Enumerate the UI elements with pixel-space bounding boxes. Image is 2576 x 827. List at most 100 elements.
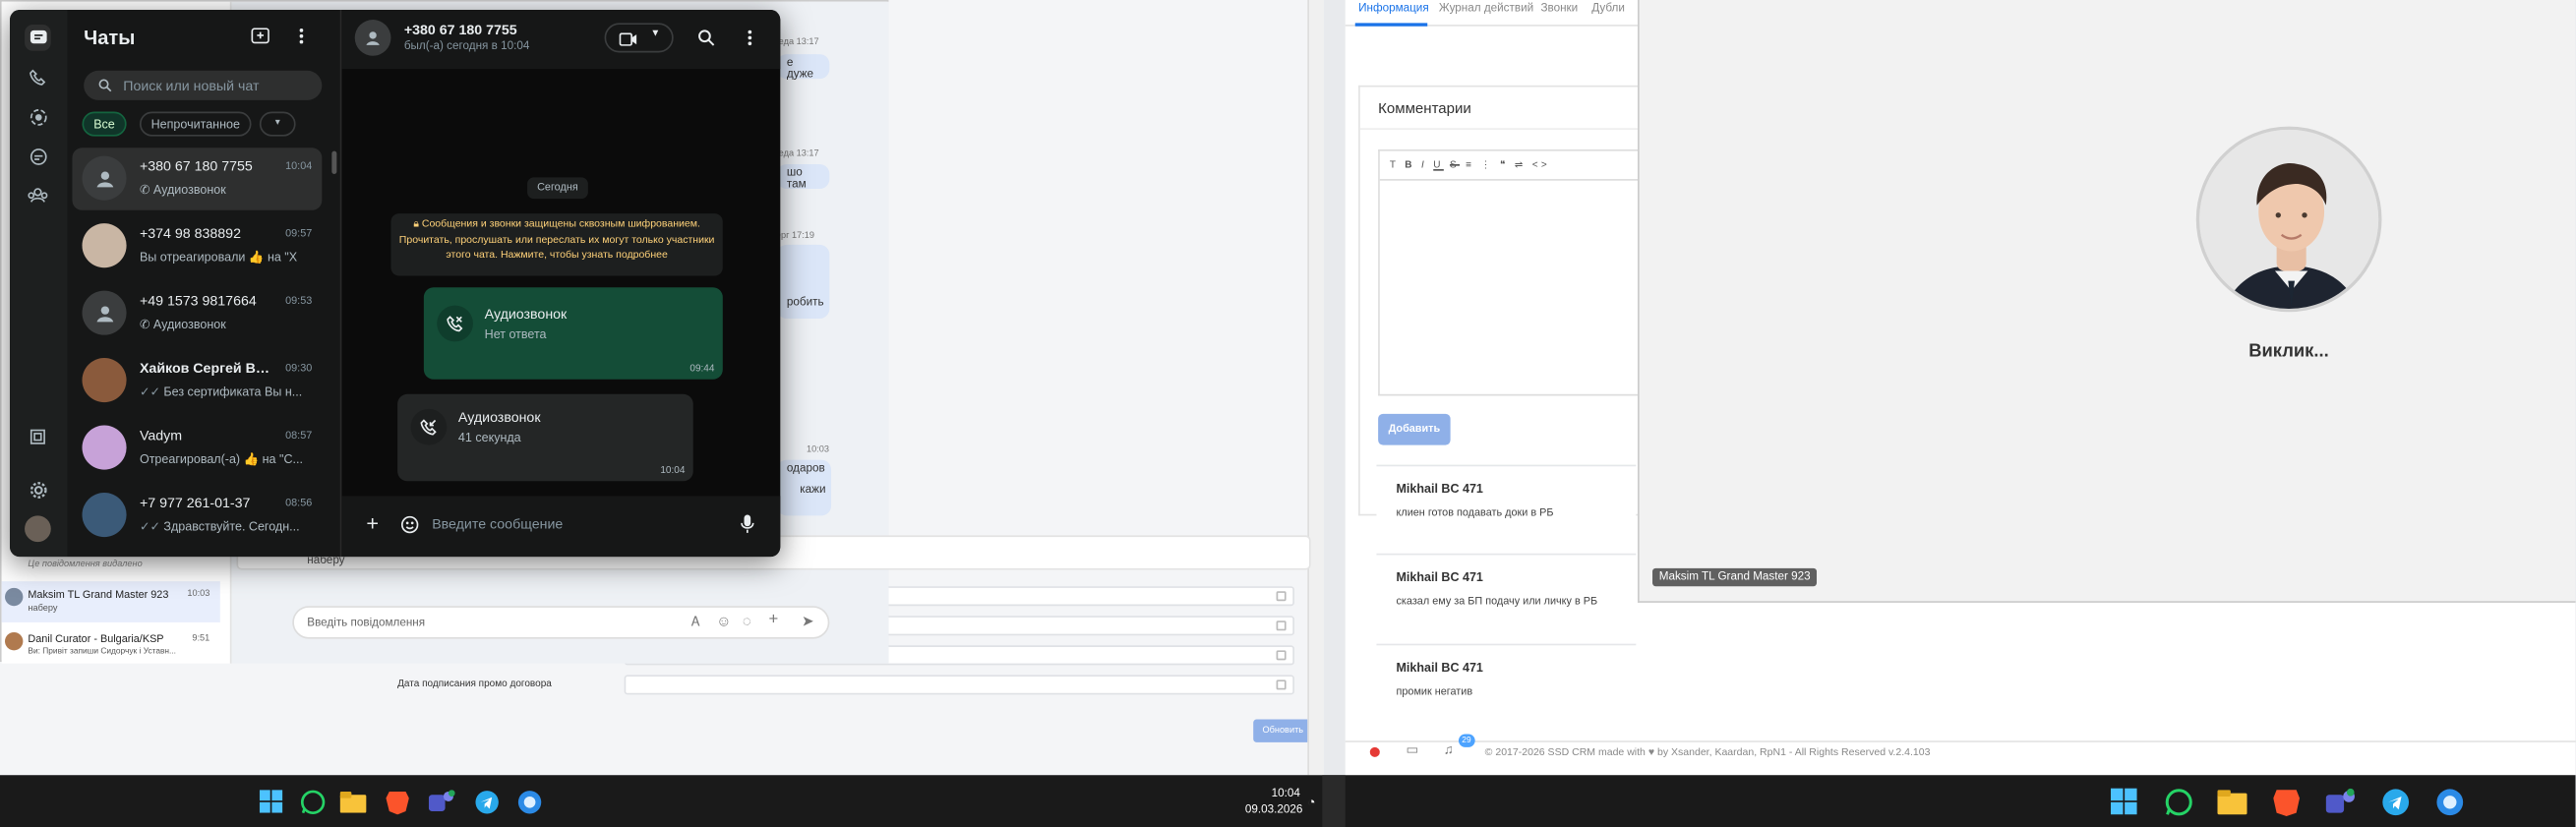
messenger-app-icon[interactable] [514,787,544,816]
telegram-icon[interactable] [2380,787,2410,816]
scrollbar[interactable] [1307,0,1325,776]
video-call-button[interactable]: ▼ [604,23,674,53]
menu-icon[interactable] [748,30,752,46]
whatsapp-nav-rail [10,10,68,558]
comment-editor[interactable]: T B I U S ≡ ⋮ ❝ ⇌ <> [1378,148,1643,396]
folder-icon[interactable] [2217,787,2247,816]
new-chat-icon[interactable] [251,28,270,44]
tab-calls[interactable]: Звонки [1540,3,1578,15]
attach-icon[interactable]: + [366,510,379,535]
filter-unread[interactable]: Непрочитанное [139,111,252,137]
messenger-chat-item[interactable]: Maksim TL Grand Master 923 10:03 наберу [1,581,220,622]
quote-icon[interactable]: ❝ [1500,161,1509,171]
teams-icon[interactable] [427,787,456,816]
search-icon[interactable] [698,30,715,46]
underline-icon[interactable]: U [1433,161,1444,171]
input-placeholder: Введіть повідомлення [307,617,426,629]
strike-icon[interactable]: S [1450,161,1460,171]
bell-icon[interactable]: ♫ [1444,742,1454,757]
message-subtitle: 41 секунда [457,430,521,445]
emoji-icon[interactable]: ☺ [716,613,731,629]
settings-icon[interactable] [25,476,51,502]
message-bubble: одаров кажи [776,459,832,516]
teams-icon[interactable] [2325,787,2356,816]
format-icon[interactable]: Ꭺ [691,615,700,631]
communities-icon[interactable] [25,182,51,208]
strikethrough-icon[interactable]: ⇌ [1515,161,1527,171]
call-icon: ✆ [139,182,153,198]
message-input[interactable]: Введіть повідомлення Ꭺ ☺ ◌ + ➤ [292,606,830,639]
contact-avatar[interactable] [354,20,391,56]
clock-date[interactable]: 09.03.2026 [1245,804,1303,816]
status-icon[interactable] [25,103,51,130]
avatar [5,587,24,607]
chat-list-scrollbar[interactable] [331,150,337,175]
incoming-call-message[interactable]: Аудиозвонок 41 секунда 10:04 [397,393,693,482]
chat-name: Maksim TL Grand Master 923 [28,589,169,602]
outgoing-call-message[interactable]: Аудиозвонок Нет ответа 09:44 [423,287,723,380]
font-size-icon[interactable]: T [1390,161,1399,171]
chat-item[interactable]: +49 1573 9817664 09:53 ✆ Аудиозвонок [72,282,322,344]
tab-info[interactable]: Информация [1358,3,1429,15]
folder-icon[interactable] [338,787,368,816]
contact-name: +380 67 180 7755 [403,21,517,38]
avatar [82,358,127,403]
message-input[interactable]: Введите сообщение [432,515,563,532]
profile-avatar[interactable] [25,515,51,543]
avatar [82,223,127,268]
channels-icon[interactable] [25,143,51,169]
chat-item[interactable]: Vadym 08:57 Отреагировал(-а) 👍 на "С... [72,417,322,479]
chats-icon[interactable] [25,25,51,51]
chat-icon[interactable]: ▭ [1407,742,1419,757]
comment-text: промик негатив [1396,686,1473,698]
add-comment-button[interactable]: Добавить [1378,413,1451,445]
contract-date-field[interactable] [624,675,1294,695]
messenger-chat-item[interactable]: Danil Curator - Bulgaria/KSP 9:51 Ви: Пр… [2,625,220,663]
search-input[interactable]: Поиск или новый чат [84,70,323,100]
chats-title: Чаты [84,26,136,50]
telegram-icon[interactable] [471,787,501,816]
whatsapp-window: Чаты Поиск или новый чат Все Непрочитанн… [10,10,781,558]
tab-log[interactable]: Журнал действий [1439,3,1533,15]
italic-icon[interactable]: I [1421,161,1427,171]
send-icon[interactable]: ➤ [802,613,814,630]
brave-icon[interactable] [383,787,412,816]
filter-all[interactable]: Все [82,111,127,137]
microphone-icon[interactable] [741,514,754,534]
whatsapp-chat-list: Чаты Поиск или новый чат Все Непрочитанн… [67,10,340,558]
emoji-icon[interactable] [400,515,419,534]
calls-icon[interactable] [25,64,51,90]
tab-duplicates[interactable]: Дубли [1591,3,1625,15]
chat-item[interactable]: +7 977 261-01-37 08:56 ✓✓ Здравствуйте. … [72,485,322,547]
list-icon[interactable]: ≡ [1466,161,1474,171]
whatsapp-icon[interactable] [297,787,327,816]
clock-time[interactable]: 10:04 [1272,789,1300,800]
brave-icon[interactable] [2272,787,2302,816]
chat-item[interactable]: +380 67 180 7755 10:04 ✆ Аудиозвонок [72,148,323,210]
whatsapp-icon[interactable] [2163,787,2192,816]
comment-author: Mikhail BC 471 [1396,481,1483,497]
editor-toolbar[interactable]: T B I U S ≡ ⋮ ❝ ⇌ <> [1379,151,1643,181]
sticker-icon[interactable]: ◌ [743,613,751,629]
start-icon[interactable] [2109,787,2138,816]
messenger-app-icon[interactable] [2434,787,2464,816]
encryption-notice[interactable]: 🔒︎ Сообщения и звонки защищены сквозным … [390,213,723,276]
read-check-icon: ✓✓ [139,518,164,534]
media-icon[interactable] [25,424,51,450]
chat-item[interactable]: Хайков Сергей Ва... 09:30 ✓✓ Без сертифи… [72,350,322,412]
attach-icon[interactable]: + [769,611,779,628]
chat-time: 9:51 [192,633,210,644]
chat-name: Vadym [139,427,183,443]
bold-icon[interactable]: B [1405,161,1415,171]
ordered-list-icon[interactable]: ⋮ [1480,161,1493,171]
footer-text: © 2017-2026 SSD CRM made with ♥ by Xsand… [1484,746,1931,759]
start-icon[interactable] [257,787,286,816]
code-icon[interactable]: <> [1532,161,1550,171]
menu-icon[interactable] [299,28,304,44]
chat-item[interactable]: +374 98 838892 09:57 Вы отреагировали 👍 … [72,215,322,277]
message-title: Аудиозвонок [457,408,541,426]
update-button[interactable]: Обновить [1253,719,1313,742]
notification-icon[interactable]: ◔ [1307,795,1315,809]
comment-text: клиен готов подавать доки в РБ [1396,507,1554,519]
filter-more-chevron-icon[interactable]: ▾ [259,111,296,137]
